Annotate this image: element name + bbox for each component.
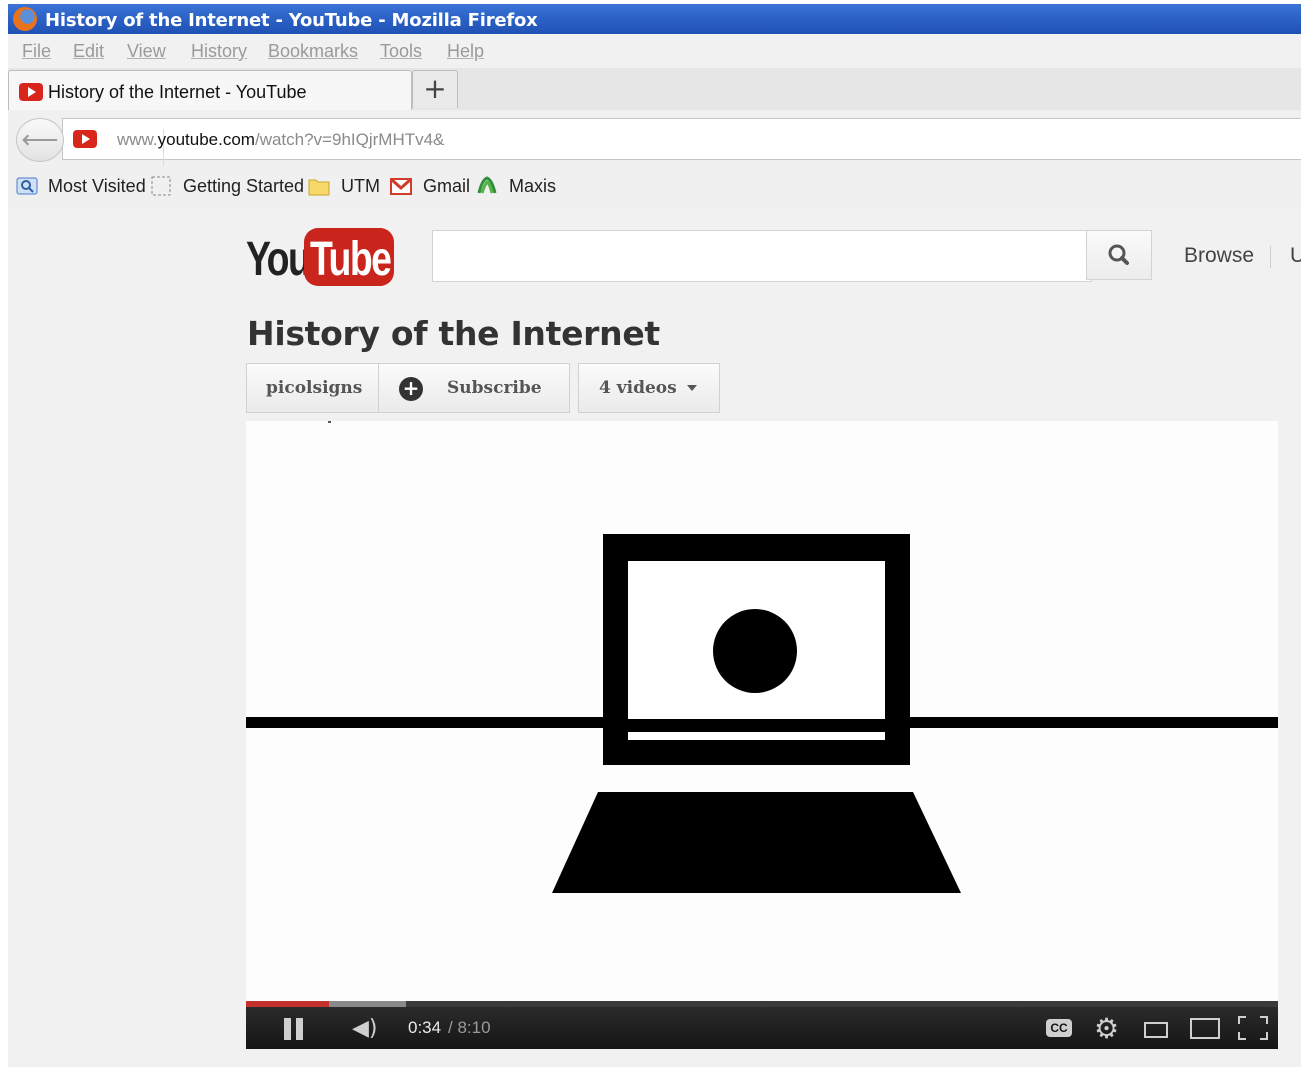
nav-divider: [1270, 246, 1271, 268]
fullscreen-corner: [1238, 1032, 1246, 1040]
getting-started-icon: [151, 176, 171, 196]
bookmark-most-visited[interactable]: Most Visited: [48, 176, 146, 197]
window-title: History of the Internet - YouTube - Mozi…: [45, 10, 538, 31]
video-title: History of the Internet: [247, 314, 660, 353]
firefox-logo-icon: [13, 7, 37, 31]
navigation-bar: ⟵ www.youtube.com/watch?v=9hIQjrMHTv4&: [8, 110, 1301, 167]
player-controls: ◀) 0:34 / 8:10 CC ⚙: [246, 1007, 1278, 1049]
frame-dot: [713, 609, 797, 693]
magnifier-icon: [1108, 244, 1129, 265]
small-player-button[interactable]: [1144, 1022, 1168, 1038]
pause-button[interactable]: [284, 1018, 304, 1040]
logo-tube-box: Tube: [304, 228, 394, 286]
subscribe-label: Subscribe: [447, 378, 542, 398]
time-total: / 8:10: [448, 1018, 491, 1037]
video-frame: [246, 421, 1278, 1001]
youtube-favicon-icon: [19, 83, 43, 101]
fullscreen-button[interactable]: [1238, 1016, 1268, 1040]
menu-help[interactable]: Help: [447, 41, 484, 62]
search-input[interactable]: [432, 230, 1092, 282]
maxis-icon: [477, 176, 497, 194]
most-visited-icon: [16, 177, 38, 195]
menu-edit[interactable]: Edit: [73, 41, 104, 62]
logo-you: You: [246, 233, 311, 286]
time-current: 0:34: [408, 1018, 442, 1037]
fullscreen-corner: [1238, 1016, 1246, 1024]
url-prefix: www.: [117, 130, 158, 149]
bookmark-utm[interactable]: UTM: [341, 176, 380, 197]
gear-icon[interactable]: ⚙: [1094, 1012, 1119, 1045]
youtube-page: You Tube Browse U History of the Interne…: [8, 208, 1301, 1067]
speaker-icon[interactable]: ◀): [352, 1016, 378, 1041]
frame-keyboard: [552, 792, 961, 893]
browse-link[interactable]: Browse: [1184, 244, 1254, 268]
tab-youtube[interactable]: History of the Internet - YouTube: [8, 70, 412, 110]
fullscreen-corner: [1260, 1016, 1268, 1024]
video-player[interactable]: ◀) 0:34 / 8:10 CC ⚙: [246, 421, 1278, 1049]
site-identity-icon[interactable]: [73, 130, 97, 148]
window-titlebar: History of the Internet - YouTube - Mozi…: [8, 4, 1301, 34]
new-tab-button[interactable]: +: [412, 70, 458, 108]
bookmark-gmail[interactable]: Gmail: [423, 176, 470, 197]
tab-label: History of the Internet - YouTube: [48, 82, 307, 102]
menu-view[interactable]: View: [127, 41, 166, 62]
menu-bookmarks[interactable]: Bookmarks: [268, 41, 358, 62]
videos-count-label: 4 videos: [599, 378, 677, 398]
menu-tools[interactable]: Tools: [380, 41, 422, 62]
videos-dropdown[interactable]: 4 videos: [578, 363, 720, 413]
bookmarks-toolbar: Most Visited Getting Started UTM Gmail M…: [8, 166, 1301, 209]
search-button[interactable]: [1086, 230, 1152, 280]
menu-file[interactable]: File: [22, 41, 51, 62]
plus-circle-icon: +: [399, 377, 423, 401]
chevron-down-icon: [687, 385, 697, 391]
folder-icon: [308, 179, 330, 196]
url-text[interactable]: www.youtube.com/watch?v=9hIQjrMHTv4&: [117, 130, 444, 150]
gmail-icon: [390, 178, 412, 195]
youtube-logo[interactable]: You Tube: [246, 226, 396, 288]
captions-button[interactable]: CC: [1046, 1019, 1072, 1037]
menu-bar: File Edit View History Bookmarks Tools H…: [8, 34, 1301, 69]
back-button[interactable]: ⟵: [16, 118, 64, 162]
menu-history[interactable]: History: [191, 41, 247, 62]
url-path: /watch?v=9hIQjrMHTv4&: [254, 130, 445, 149]
bookmark-getting-started[interactable]: Getting Started: [183, 176, 304, 197]
logo-tube: Tube: [310, 233, 392, 286]
bookmark-maxis[interactable]: Maxis: [509, 176, 556, 197]
subscribe-button[interactable]: + Subscribe: [378, 363, 570, 413]
large-player-button[interactable]: [1190, 1018, 1220, 1039]
channel-name: picolsigns: [266, 378, 363, 398]
tab-strip: History of the Internet - YouTube +: [8, 68, 1301, 111]
channel-button[interactable]: picolsigns: [246, 363, 380, 413]
upload-link-partial[interactable]: U: [1290, 244, 1301, 268]
url-domain: youtube.com: [157, 130, 255, 149]
fullscreen-corner: [1260, 1032, 1268, 1040]
